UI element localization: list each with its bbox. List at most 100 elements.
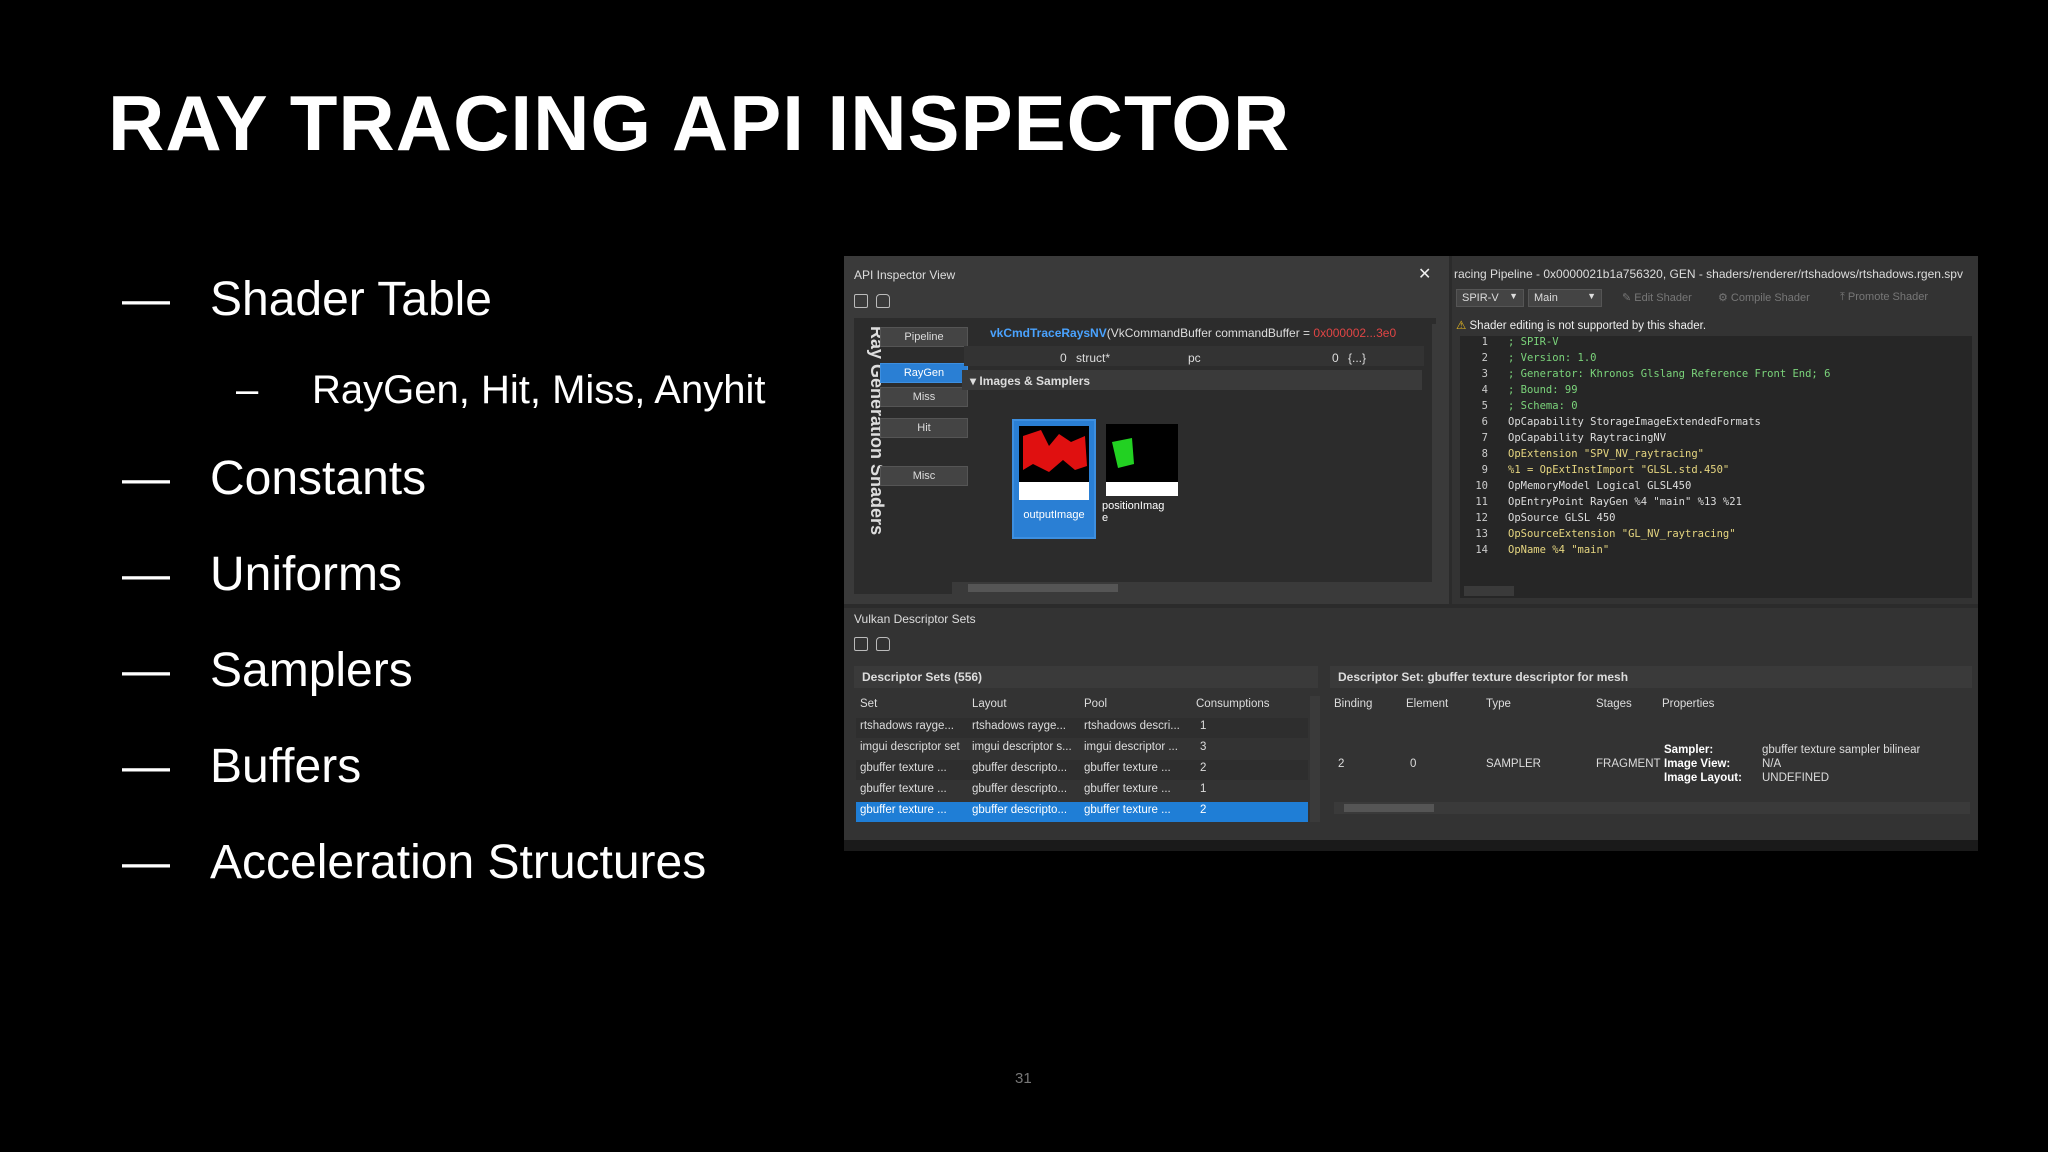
table-cell: gbuffer texture ... [1084, 804, 1171, 816]
slide-title: RAY TRACING API INSPECTOR [108, 79, 1291, 167]
line-number: 10 [1475, 480, 1488, 492]
code-line: OpSource GLSL 450 [1508, 512, 1616, 524]
lock-icon[interactable] [876, 294, 890, 308]
line-number: 3 [1481, 368, 1488, 380]
line-number: 14 [1475, 544, 1488, 556]
line-number: 1 [1481, 336, 1488, 348]
table-cell: gbuffer texture ... [1084, 783, 1171, 795]
line-number: 5 [1481, 400, 1488, 412]
promote-shader-button[interactable]: ⤒ Promote Shader [1840, 291, 1928, 304]
code-line: OpSourceExtension "GL_NV_raytracing" [1508, 528, 1736, 540]
column-header-stages[interactable]: Stages [1596, 698, 1632, 710]
entry-select[interactable]: Main ▼ [1528, 289, 1602, 307]
table-cell: 2 [1200, 762, 1207, 774]
code-line: ; Schema: 0 [1508, 400, 1578, 412]
code-line: ; Version: 1.0 [1508, 352, 1597, 364]
bullet-dash: – [236, 368, 259, 412]
function-pointer: 0x000002...3e0 [1313, 326, 1397, 340]
misc-button[interactable]: Misc [880, 466, 968, 486]
table-cell: rtshadows descri... [1084, 720, 1180, 732]
close-icon[interactable]: ✕ [1418, 264, 1431, 284]
code-line: OpCapability RaytracingNV [1508, 432, 1667, 444]
line-number: 7 [1481, 432, 1488, 444]
section-label: Images & Samplers [979, 374, 1091, 388]
table-cell: rtshadows rayge... [972, 720, 1066, 732]
bullet-dash: — [122, 452, 170, 505]
function-call: vkCmdTraceRaysNV(VkCommandBuffer command… [990, 326, 1396, 340]
column-header-binding[interactable]: Binding [1334, 698, 1372, 710]
bullet-text: Samplers [210, 644, 413, 697]
raygen-button[interactable]: RayGen [880, 363, 968, 383]
table-cell: imgui descriptor s... [972, 741, 1072, 753]
miss-button[interactable]: Miss [880, 387, 968, 407]
api-inspector-screenshot: API Inspector View ✕ Ray Generation Shad… [844, 256, 1978, 851]
bullet-text: Buffers [210, 740, 362, 793]
hit-button[interactable]: Hit [880, 418, 968, 438]
column-header-layout[interactable]: Layout [972, 698, 1007, 710]
function-name[interactable]: vkCmdTraceRaysNV [990, 326, 1107, 340]
edit-shader-button[interactable]: ✎ Edit Shader [1622, 291, 1692, 304]
code-line: ; Bound: 99 [1508, 384, 1578, 396]
column-header-set[interactable]: Set [860, 698, 877, 710]
bullet-dash: — [122, 273, 170, 326]
struct-type: struct* [1076, 351, 1111, 365]
shader-view-title: racing Pipeline - 0x0000021b1a756320, GE… [1454, 267, 1963, 281]
code-scrollbar[interactable] [1464, 586, 1514, 596]
descriptor-sets-title: Vulkan Descriptor Sets [854, 612, 976, 626]
stages-value: FRAGMENT [1596, 758, 1661, 770]
detail-scrollbar-thumb[interactable] [1344, 804, 1434, 812]
copy-icon[interactable] [854, 637, 868, 651]
vertical-scrollbar[interactable] [1432, 324, 1444, 596]
compile-shader-button[interactable]: ⚙ Compile Shader [1718, 291, 1810, 304]
table-scrollbar[interactable] [1310, 696, 1320, 822]
element-value: 0 [1410, 758, 1417, 770]
lock-icon[interactable] [876, 637, 890, 651]
table-cell: 1 [1200, 783, 1207, 795]
compile-shader-label: Compile Shader [1730, 292, 1810, 304]
column-header-type[interactable]: Type [1486, 698, 1511, 710]
bullet-dash: — [122, 836, 170, 889]
warning-text: Shader editing is not supported by this … [1469, 320, 1707, 332]
api-inspector-title: API Inspector View [854, 268, 956, 282]
table-cell: gbuffer texture ... [860, 762, 947, 774]
table-cell: rtshadows rayge... [860, 720, 954, 732]
format-select-value: SPIR-V [1462, 292, 1499, 304]
bullet-text: RayGen, Hit, Miss, Anyhit [312, 368, 766, 412]
line-number: 4 [1481, 384, 1488, 396]
table-cell: gbuffer descripto... [972, 762, 1068, 774]
table-cell: gbuffer texture ... [860, 804, 947, 816]
function-args: (VkCommandBuffer commandBuffer = [1106, 326, 1314, 340]
thumbnail-label: outputImage [1023, 509, 1085, 521]
output-image-preview [1019, 426, 1089, 500]
bullet-text: Uniforms [210, 548, 403, 601]
promote-shader-label: Promote Shader [1847, 291, 1929, 303]
column-header-properties[interactable]: Properties [1662, 698, 1714, 710]
property-key: Sampler: [1664, 744, 1714, 756]
column-header-element[interactable]: Element [1406, 698, 1448, 710]
chevron-down-icon: ▼ [1509, 291, 1518, 301]
thumbnail-label: positionImag e [1102, 500, 1165, 524]
pipeline-button[interactable]: Pipeline [880, 327, 968, 347]
output-image-thumbnail[interactable]: outputImage [1012, 419, 1096, 539]
format-select[interactable]: SPIR-V ▼ [1456, 289, 1524, 307]
table-cell: gbuffer descripto... [972, 783, 1068, 795]
position-image-thumbnail[interactable] [1106, 424, 1178, 496]
property-value: UNDEFINED [1762, 772, 1830, 784]
bullet-dash: — [122, 740, 170, 793]
line-number: 2 [1481, 352, 1488, 364]
struct-name: pc [1188, 351, 1201, 365]
line-number: 13 [1475, 528, 1488, 540]
code-line: OpMemoryModel Logical GLSL450 [1508, 480, 1692, 492]
column-header-pool[interactable]: Pool [1084, 698, 1107, 710]
type-value: SAMPLER [1486, 758, 1541, 770]
entry-select-value: Main [1534, 292, 1558, 304]
line-number: 12 [1475, 512, 1488, 524]
table-cell: 2 [1200, 804, 1207, 816]
code-line: %1 = OpExtInstImport "GLSL.std.450" [1508, 464, 1730, 476]
images-samplers-header[interactable]: ▾ Images & Samplers [970, 374, 1090, 388]
scrollbar-thumb[interactable] [968, 584, 1118, 592]
column-header-consumptions[interactable]: Consumptions [1196, 698, 1270, 710]
struct-value[interactable]: {...} [1348, 351, 1366, 365]
copy-icon[interactable] [854, 294, 868, 308]
table-cell: imgui descriptor set [860, 741, 960, 753]
